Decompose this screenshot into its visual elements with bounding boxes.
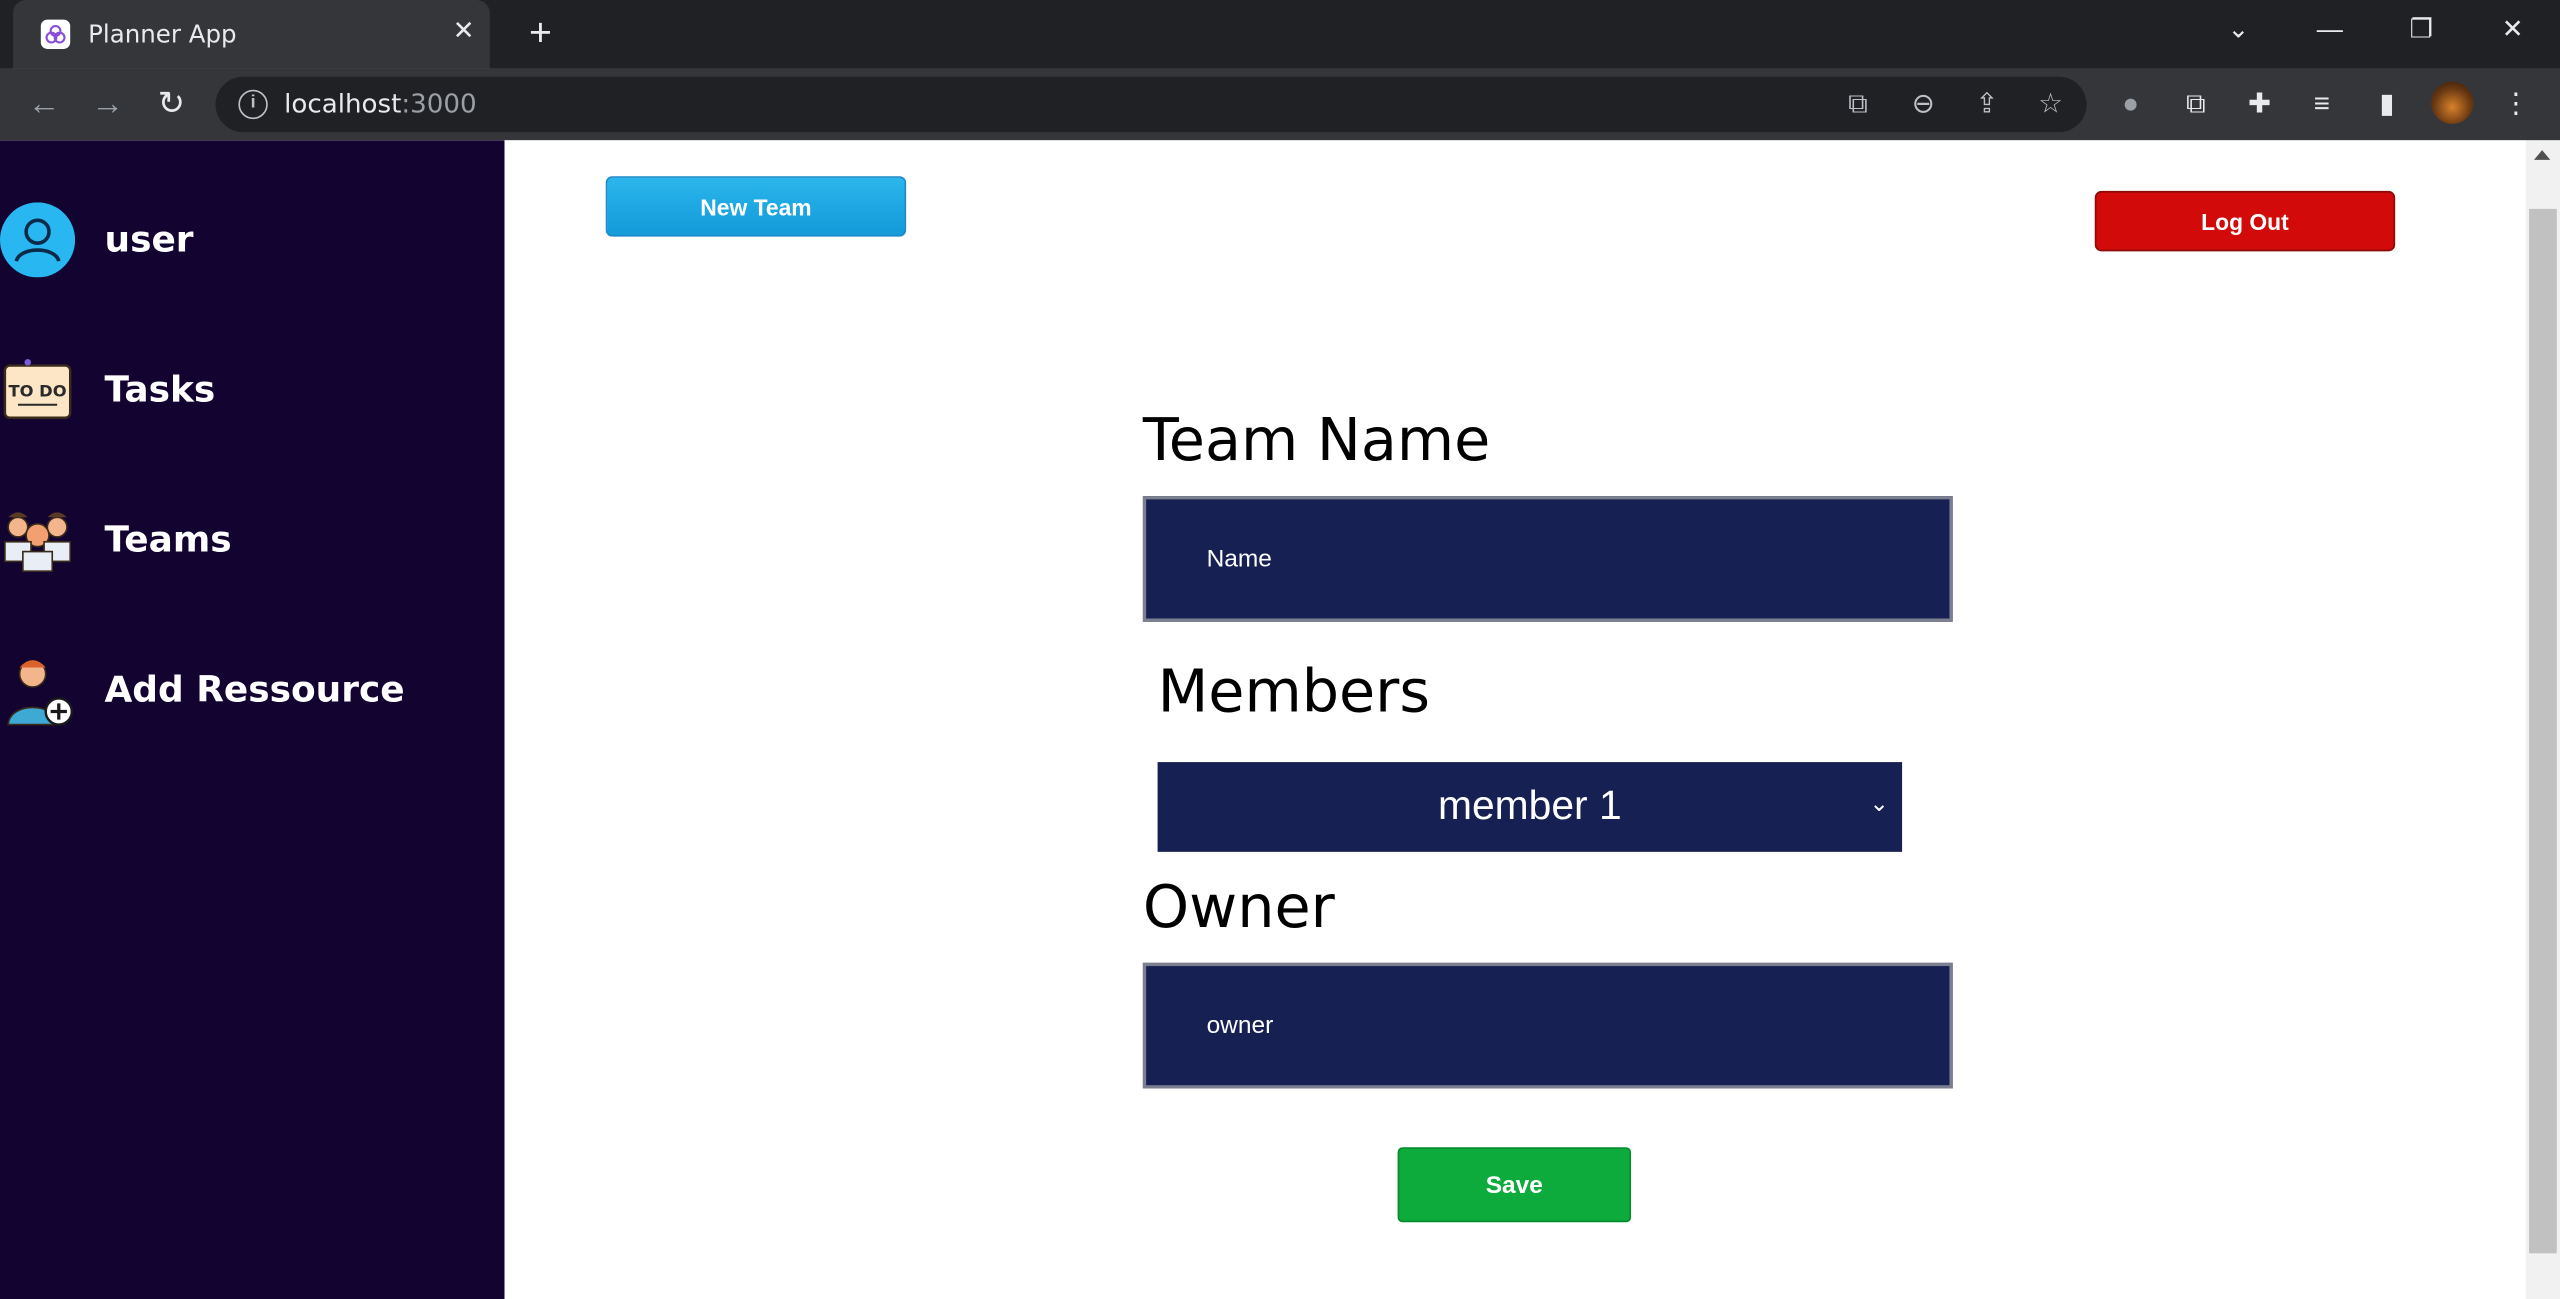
- link-extension-icon[interactable]: ⧉: [2178, 86, 2214, 122]
- add-person-icon: [0, 653, 75, 728]
- translate-icon[interactable]: ⧉: [1842, 88, 1875, 121]
- owner-field[interactable]: owner: [1142, 962, 1953, 1089]
- share-icon[interactable]: ⇪: [1971, 88, 2004, 121]
- reload-icon[interactable]: ↻: [150, 83, 192, 125]
- main-content: New Team Log Out Team Name Name Members …: [504, 140, 2526, 1299]
- sidebar-item-label: Add Ressource: [104, 669, 405, 711]
- browser-window: Planner App ✕ + ⌄ — ❐ ✕ ← → ↻ i localhos…: [0, 0, 2560, 1299]
- members-selected-value: member 1: [1437, 783, 1622, 830]
- puzzle-icon[interactable]: ✚: [2242, 86, 2278, 122]
- tab-bar: Planner App ✕ + ⌄ — ❐ ✕: [0, 0, 2560, 69]
- scroll-thumb[interactable]: [2529, 208, 2557, 1254]
- logout-button[interactable]: Log Out: [2094, 190, 2396, 252]
- arrow-left-icon[interactable]: ←: [23, 83, 65, 125]
- members-label: Members: [1157, 659, 1430, 727]
- profile-avatar[interactable]: [2431, 81, 2474, 125]
- close-icon[interactable]: ✕: [447, 16, 480, 49]
- team-people-icon: [0, 503, 75, 578]
- sidebar-item-tasks[interactable]: TO DO Tasks: [0, 349, 215, 431]
- page: user TO DO Tasks Teams Add Ressource New…: [0, 140, 2560, 1299]
- arrow-right-icon[interactable]: →: [87, 83, 129, 125]
- sidebar: user TO DO Tasks Teams Add Ressource: [0, 140, 505, 1299]
- scroll-up-arrow-icon[interactable]: [2533, 150, 2551, 160]
- tab-planner-app[interactable]: Planner App ✕: [13, 0, 490, 69]
- side-panel-icon[interactable]: ▮: [2369, 86, 2405, 122]
- team-name-field[interactable]: Name: [1142, 496, 1953, 622]
- browser-toolbar: ← → ↻ i localhost:3000 ⧉ ⊖ ⇪ ☆: [0, 68, 2560, 141]
- address-bar[interactable]: i localhost:3000 ⧉ ⊖ ⇪ ☆: [215, 76, 2087, 133]
- extension-icon[interactable]: ●: [2113, 86, 2149, 122]
- plus-icon[interactable]: +: [519, 12, 561, 55]
- new-team-button[interactable]: New Team: [605, 176, 907, 237]
- user-avatar-icon: [0, 202, 76, 278]
- members-select[interactable]: member 1 ⌄: [1157, 762, 1903, 852]
- tab-title: Planner App: [88, 19, 237, 49]
- star-icon[interactable]: ☆: [2034, 88, 2067, 121]
- restore-icon[interactable]: ❐: [2398, 10, 2444, 52]
- scrollbar[interactable]: [2525, 140, 2560, 1299]
- svg-text:TO DO: TO DO: [8, 382, 66, 401]
- save-button[interactable]: Save: [1397, 1147, 1632, 1223]
- chevron-down-icon: ⌄: [1869, 789, 1889, 816]
- sidebar-item-user[interactable]: user: [0, 199, 194, 281]
- chevron-down-icon[interactable]: ⌄: [2216, 10, 2262, 52]
- media-queue-icon[interactable]: ≡: [2304, 86, 2340, 122]
- sidebar-item-label: Teams: [104, 519, 232, 561]
- minimize-icon[interactable]: —: [2307, 10, 2353, 52]
- sidebar-item-label: Tasks: [104, 369, 216, 411]
- info-icon[interactable]: i: [238, 89, 268, 120]
- url-text: localhost:3000: [284, 88, 477, 120]
- team-name-label: Team Name: [1142, 407, 1491, 475]
- sidebar-item-label: user: [104, 219, 194, 261]
- window-close-icon[interactable]: ✕: [2490, 10, 2536, 52]
- owner-label: Owner: [1142, 874, 1335, 942]
- todo-note-icon: TO DO: [0, 352, 75, 427]
- sidebar-item-teams[interactable]: Teams: [0, 499, 232, 581]
- zoom-out-icon[interactable]: ⊖: [1907, 88, 1940, 121]
- planner-app-icon: [40, 19, 71, 49]
- kebab-menu-icon[interactable]: ⋮: [2498, 86, 2534, 122]
- sidebar-item-add-ressource[interactable]: Add Ressource: [0, 649, 405, 731]
